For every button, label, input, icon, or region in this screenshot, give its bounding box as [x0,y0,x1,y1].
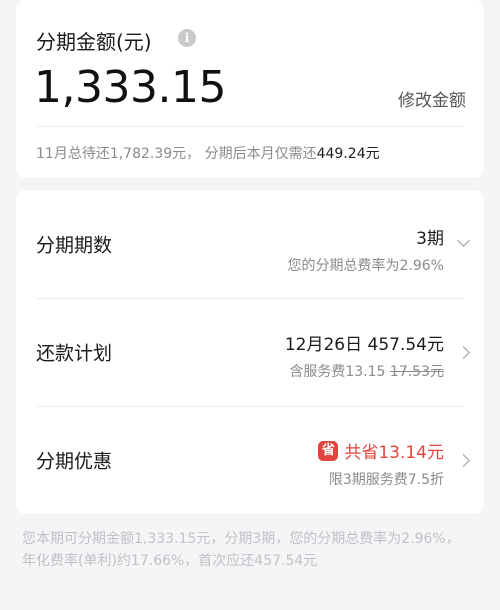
installment-amount: 1,333.15 [34,62,226,113]
term-row[interactable]: 分期期数 3期 您的分期总费率为2.96% [16,190,484,298]
term-rate: 您的分期总费率为2.96% [287,258,444,274]
term-info: 3期 您的分期总费率为2.96% [288,224,444,275]
modify-amount-button[interactable]: 修改金额 [398,86,466,111]
term-label: 分期期数 [36,234,113,257]
plan-fee-text: 含服务费13.15 [289,364,386,380]
term-value: 3期 [416,229,444,249]
installment-details-card: 分期期数 3期 您的分期总费率为2.96% 还款计划 12月26日 457.54… [16,190,484,514]
offer-label: 分期优惠 [36,450,113,473]
installment-disclaimer: 您本期可分期金额1,333.15元，分期3期，您的分期总费率为2.96%，年化费… [22,531,460,569]
info-icon[interactable]: i [178,29,196,47]
amount-title: 分期金额(元) [36,30,152,54]
chevron-right-icon[interactable] [457,454,470,467]
offer-info: 省 共省13.14元 限3期服务费7.5折 [318,438,444,489]
summary-monthly-amount: 449.24元 [316,146,380,162]
plan-fee: 含服务费13.15 17.53元 [285,361,444,381]
plan-label: 还款计划 [36,342,113,365]
repayment-summary: 11月总待还1,782.39元， 分期后本月仅需还449.24元 [36,143,380,163]
chevron-right-icon[interactable] [457,346,470,359]
plan-fee-original: 17.53元 [389,364,444,380]
chevron-down-icon[interactable] [457,234,470,247]
plan-value: 12月26日 457.54元 [284,335,444,355]
repayment-plan-row[interactable]: 还款计划 12月26日 457.54元 含服务费13.15 17.53元 [16,298,484,406]
offer-row[interactable]: 分期优惠 省 共省13.14元 限3期服务费7.5折 [16,406,484,514]
summary-text: 11月总待还1,782.39元， 分期后本月仅需还 [36,146,317,162]
savings-badge-icon: 省 [318,440,339,461]
savings-value: 共省13.14元 [344,443,444,463]
plan-info: 12月26日 457.54元 含服务费13.15 17.53元 [285,330,444,381]
divider [36,126,464,127]
savings-text: 省 共省13.14元 [318,438,444,463]
amount-card: 分期金额(元) i 1,333.15 修改金额 11月总待还1,782.39元，… [16,0,484,178]
offer-discount: 限3期服务费7.5折 [328,472,444,488]
